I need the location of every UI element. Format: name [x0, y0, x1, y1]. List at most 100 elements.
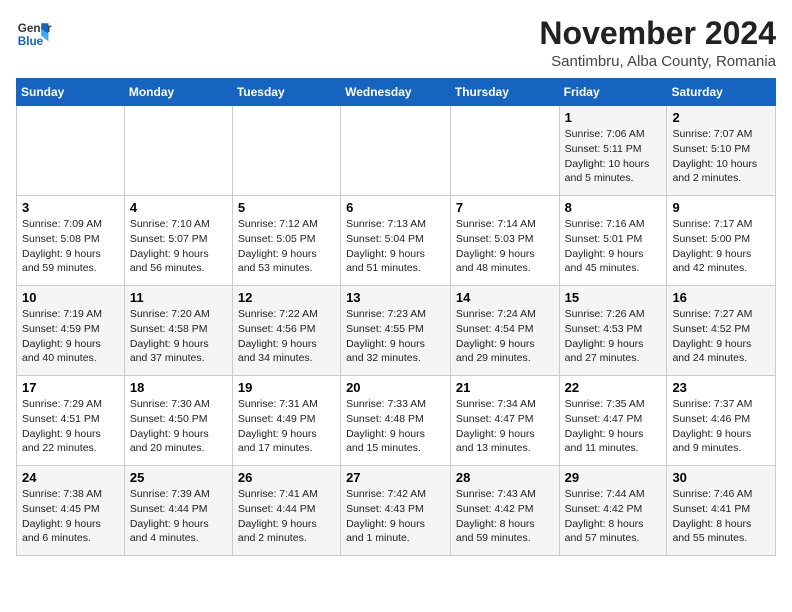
calendar-cell: 14 Sunrise: 7:24 AMSunset: 4:54 PMDayligh…	[450, 286, 559, 376]
day-number: 17	[22, 380, 119, 395]
day-number: 23	[672, 380, 770, 395]
day-info: Sunrise: 7:23 AMSunset: 4:55 PMDaylight:…	[346, 307, 445, 366]
day-info: Sunrise: 7:31 AMSunset: 4:49 PMDaylight:…	[238, 397, 335, 456]
week-row-1: 1 Sunrise: 7:06 AMSunset: 5:11 PMDaylight…	[17, 106, 776, 196]
day-info: Sunrise: 7:14 AMSunset: 5:03 PMDaylight:…	[456, 217, 554, 276]
day-info: Sunrise: 7:44 AMSunset: 4:42 PMDaylight:…	[565, 487, 662, 546]
day-info: Sunrise: 7:06 AMSunset: 5:11 PMDaylight:…	[565, 127, 662, 186]
header-day-monday: Monday	[124, 79, 232, 106]
calendar-cell: 13Sunrise: 7:23 AMSunset: 4:55 PMDayligh…	[341, 286, 451, 376]
day-number: 21	[456, 380, 554, 395]
calendar-cell: 3 Sunrise: 7:09 AMSunset: 5:08 PMDaylight…	[17, 196, 125, 286]
day-info: Sunrise: 7:38 AMSunset: 4:45 PMDaylight:…	[22, 487, 119, 546]
calendar-cell	[17, 106, 125, 196]
day-number: 1	[565, 110, 662, 125]
calendar-cell	[450, 106, 559, 196]
calendar-cell: 28Sunrise: 7:43 AMSunset: 4:42 PMDayligh…	[450, 466, 559, 556]
day-number: 14	[456, 290, 554, 305]
calendar-cell: 6 Sunrise: 7:13 AMSunset: 5:04 PMDaylight…	[341, 196, 451, 286]
calendar-cell: 2 Sunrise: 7:07 AMSunset: 5:10 PMDaylight…	[667, 106, 776, 196]
calendar-cell: 11 Sunrise: 7:20 AMSunset: 4:58 PMDayligh…	[124, 286, 232, 376]
location-subtitle: Santimbru, Alba County, Romania	[539, 53, 776, 70]
calendar-cell: 15 Sunrise: 7:26 AMSunset: 4:53 PMDayligh…	[559, 286, 667, 376]
calendar-cell: 29 Sunrise: 7:44 AMSunset: 4:42 PMDayligh…	[559, 466, 667, 556]
day-number: 8	[565, 200, 662, 215]
day-info: Sunrise: 7:20 AMSunset: 4:58 PMDaylight:…	[130, 307, 227, 366]
day-number: 3	[22, 200, 119, 215]
calendar-cell	[341, 106, 451, 196]
day-number: 22	[565, 380, 662, 395]
day-number: 28	[456, 470, 554, 485]
calendar-cell	[232, 106, 340, 196]
calendar-cell: 17 Sunrise: 7:29 AMSunset: 4:51 PMDayligh…	[17, 376, 125, 466]
week-row-2: 3 Sunrise: 7:09 AMSunset: 5:08 PMDaylight…	[17, 196, 776, 286]
day-info: Sunrise: 7:33 AMSunset: 4:48 PMDaylight:…	[346, 397, 445, 456]
day-number: 7	[456, 200, 554, 215]
title-area: November 2024 Santimbru, Alba County, Ro…	[539, 16, 776, 70]
day-number: 25	[130, 470, 227, 485]
calendar-cell	[124, 106, 232, 196]
day-info: Sunrise: 7:30 AMSunset: 4:50 PMDaylight:…	[130, 397, 227, 456]
day-number: 12	[238, 290, 335, 305]
day-info: Sunrise: 7:37 AMSunset: 4:46 PMDaylight:…	[672, 397, 770, 456]
day-info: Sunrise: 7:19 AMSunset: 4:59 PMDaylight:…	[22, 307, 119, 366]
header-day-wednesday: Wednesday	[341, 79, 451, 106]
day-number: 27	[346, 470, 445, 485]
day-number: 19	[238, 380, 335, 395]
day-info: Sunrise: 7:27 AMSunset: 4:52 PMDaylight:…	[672, 307, 770, 366]
day-info: Sunrise: 7:16 AMSunset: 5:01 PMDaylight:…	[565, 217, 662, 276]
day-info: Sunrise: 7:12 AMSunset: 5:05 PMDaylight:…	[238, 217, 335, 276]
month-title: November 2024	[539, 16, 776, 51]
day-info: Sunrise: 7:29 AMSunset: 4:51 PMDaylight:…	[22, 397, 119, 456]
calendar-cell: 10 Sunrise: 7:19 AMSunset: 4:59 PMDayligh…	[17, 286, 125, 376]
calendar-cell: 25Sunrise: 7:39 AMSunset: 4:44 PMDayligh…	[124, 466, 232, 556]
day-info: Sunrise: 7:24 AMSunset: 4:54 PMDaylight:…	[456, 307, 554, 366]
calendar-cell: 1 Sunrise: 7:06 AMSunset: 5:11 PMDaylight…	[559, 106, 667, 196]
header-day-thursday: Thursday	[450, 79, 559, 106]
calendar-cell: 20Sunrise: 7:33 AMSunset: 4:48 PMDayligh…	[341, 376, 451, 466]
calendar-cell: 9Sunrise: 7:17 AMSunset: 5:00 PMDaylight…	[667, 196, 776, 286]
calendar-cell: 7 Sunrise: 7:14 AMSunset: 5:03 PMDaylight…	[450, 196, 559, 286]
day-info: Sunrise: 7:26 AMSunset: 4:53 PMDaylight:…	[565, 307, 662, 366]
calendar-body: 1 Sunrise: 7:06 AMSunset: 5:11 PMDaylight…	[17, 106, 776, 556]
day-info: Sunrise: 7:13 AMSunset: 5:04 PMDaylight:…	[346, 217, 445, 276]
header-day-tuesday: Tuesday	[232, 79, 340, 106]
calendar-cell: 18Sunrise: 7:30 AMSunset: 4:50 PMDayligh…	[124, 376, 232, 466]
day-number: 2	[672, 110, 770, 125]
header-day-saturday: Saturday	[667, 79, 776, 106]
day-number: 4	[130, 200, 227, 215]
header-day-sunday: Sunday	[17, 79, 125, 106]
day-number: 24	[22, 470, 119, 485]
calendar-table: SundayMondayTuesdayWednesdayThursdayFrid…	[16, 78, 776, 556]
calendar-cell: 21 Sunrise: 7:34 AMSunset: 4:47 PMDayligh…	[450, 376, 559, 466]
day-number: 10	[22, 290, 119, 305]
day-info: Sunrise: 7:34 AMSunset: 4:47 PMDaylight:…	[456, 397, 554, 456]
calendar-cell: 19 Sunrise: 7:31 AMSunset: 4:49 PMDayligh…	[232, 376, 340, 466]
calendar-cell: 5Sunrise: 7:12 AMSunset: 5:05 PMDaylight…	[232, 196, 340, 286]
day-info: Sunrise: 7:07 AMSunset: 5:10 PMDaylight:…	[672, 127, 770, 186]
day-number: 6	[346, 200, 445, 215]
logo-icon: General Blue	[16, 16, 52, 52]
day-number: 26	[238, 470, 335, 485]
week-row-4: 17 Sunrise: 7:29 AMSunset: 4:51 PMDayligh…	[17, 376, 776, 466]
calendar-cell: 27 Sunrise: 7:42 AMSunset: 4:43 PMDayligh…	[341, 466, 451, 556]
day-info: Sunrise: 7:42 AMSunset: 4:43 PMDaylight:…	[346, 487, 445, 546]
calendar-cell: 24 Sunrise: 7:38 AMSunset: 4:45 PMDayligh…	[17, 466, 125, 556]
calendar-cell: 26 Sunrise: 7:41 AMSunset: 4:44 PMDayligh…	[232, 466, 340, 556]
calendar-cell: 8 Sunrise: 7:16 AMSunset: 5:01 PMDaylight…	[559, 196, 667, 286]
day-number: 30	[672, 470, 770, 485]
day-number: 15	[565, 290, 662, 305]
day-info: Sunrise: 7:09 AMSunset: 5:08 PMDaylight:…	[22, 217, 119, 276]
header-row: SundayMondayTuesdayWednesdayThursdayFrid…	[17, 79, 776, 106]
day-info: Sunrise: 7:22 AMSunset: 4:56 PMDaylight:…	[238, 307, 335, 366]
day-info: Sunrise: 7:10 AMSunset: 5:07 PMDaylight:…	[130, 217, 227, 276]
calendar-cell: 23 Sunrise: 7:37 AMSunset: 4:46 PMDayligh…	[667, 376, 776, 466]
day-number: 16	[672, 290, 770, 305]
day-info: Sunrise: 7:41 AMSunset: 4:44 PMDaylight:…	[238, 487, 335, 546]
day-number: 11	[130, 290, 227, 305]
logo: General Blue	[16, 16, 52, 52]
day-info: Sunrise: 7:35 AMSunset: 4:47 PMDaylight:…	[565, 397, 662, 456]
calendar-cell: 16 Sunrise: 7:27 AMSunset: 4:52 PMDayligh…	[667, 286, 776, 376]
day-number: 9	[672, 200, 770, 215]
day-number: 29	[565, 470, 662, 485]
